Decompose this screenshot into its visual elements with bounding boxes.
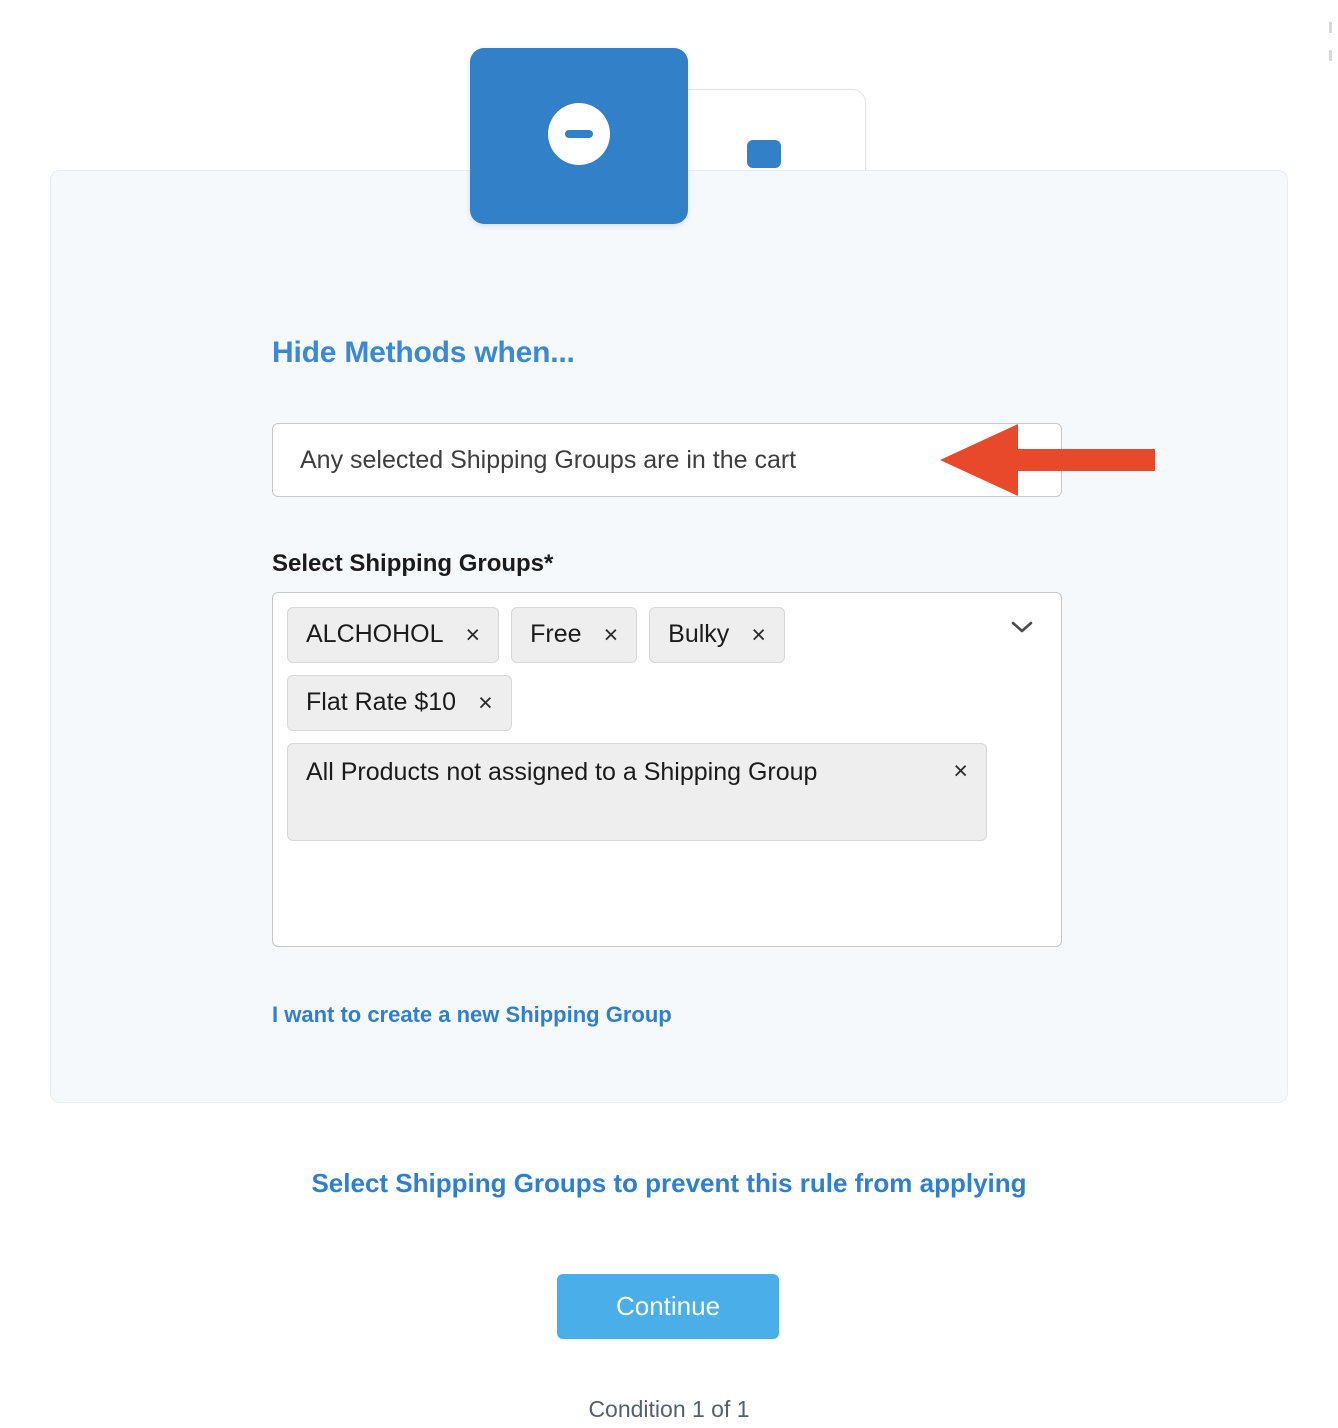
tag-label: All Products not assigned to a Shipping … — [306, 758, 818, 786]
shipping-groups-label: Select Shipping Groups* — [272, 550, 553, 578]
tag-chip[interactable]: Bulky × — [649, 607, 785, 663]
scrollbar-mark — [1329, 22, 1332, 33]
tag-label: Free — [530, 620, 582, 649]
tag-chip[interactable]: Flat Rate $10 × — [287, 675, 512, 731]
continue-button[interactable]: Continue — [557, 1274, 779, 1339]
chevron-down-icon[interactable] — [1011, 620, 1033, 633]
tag-remove-icon[interactable]: × — [466, 622, 481, 648]
tag-label: Bulky — [668, 620, 730, 649]
selected-tags-list: ALCHOHOL × Free × Bulky × Flat Rate $10 … — [287, 607, 987, 841]
shipping-groups-multiselect[interactable]: ALCHOHOL × Free × Bulky × Flat Rate $10 … — [272, 592, 1062, 947]
tag-label: Flat Rate $10 — [306, 688, 457, 717]
tag-label: ALCHOHOL — [306, 620, 444, 649]
create-shipping-group-link[interactable]: I want to create a new Shipping Group — [272, 1002, 672, 1028]
tag-remove-icon[interactable]: × — [751, 622, 766, 648]
tag-chip[interactable]: All Products not assigned to a Shipping … — [287, 743, 987, 841]
shipping-groups-label-text: Select Shipping Groups — [272, 550, 545, 577]
condition-type-value: Any selected Shipping Groups are in the … — [300, 445, 797, 474]
tag-remove-icon[interactable]: × — [478, 690, 493, 716]
scrollbar-mark — [1329, 50, 1332, 61]
hide-methods-icon-card — [470, 48, 688, 224]
tag-remove-icon[interactable]: × — [953, 759, 968, 784]
page-title: Hide Methods when... — [272, 336, 575, 369]
condition-type-select[interactable]: Any selected Shipping Groups are in the … — [272, 423, 1062, 497]
tag-chip[interactable]: Free × — [511, 607, 638, 663]
prevent-rule-link[interactable]: Select Shipping Groups to prevent this r… — [0, 1168, 1338, 1199]
tag-chip[interactable]: ALCHOHOL × — [287, 607, 500, 663]
tag-remove-icon[interactable]: × — [604, 622, 619, 648]
required-marker: * — [544, 550, 554, 577]
minus-circle-icon — [548, 102, 610, 170]
condition-counter: Condition 1 of 1 — [588, 1396, 750, 1422]
